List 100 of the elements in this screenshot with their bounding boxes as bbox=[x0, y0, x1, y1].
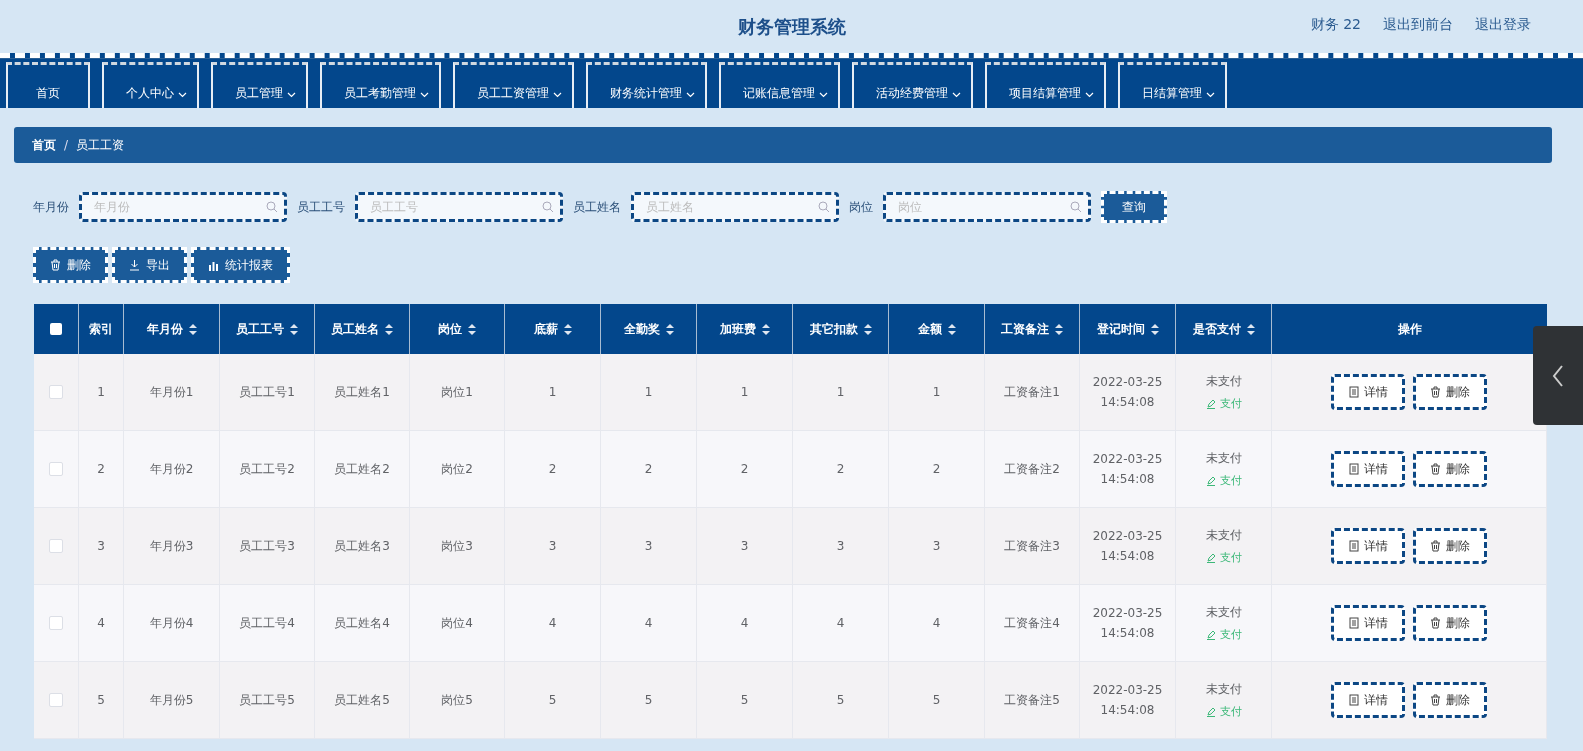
nav-item[interactable]: 员工管理 bbox=[211, 62, 308, 108]
table-cell: 1 bbox=[932, 385, 941, 399]
row-checkbox[interactable] bbox=[49, 693, 63, 707]
table-cell: 年月份3 bbox=[149, 537, 194, 555]
trash-icon bbox=[1430, 694, 1441, 706]
sort-icon[interactable] bbox=[563, 323, 572, 335]
table-cell: 3 bbox=[548, 539, 557, 553]
sort-icon[interactable] bbox=[1055, 323, 1063, 335]
trash-icon bbox=[1430, 617, 1441, 629]
table-cell: 4 bbox=[932, 616, 941, 630]
date-text: 2022-03-25 bbox=[1092, 606, 1163, 620]
column-header: 操作 bbox=[1396, 320, 1423, 338]
nav-item[interactable]: 日结算管理 bbox=[1118, 62, 1227, 108]
table-cell: 5 bbox=[548, 693, 557, 707]
table-cell: 员工姓名4 bbox=[334, 614, 390, 632]
row-checkbox[interactable] bbox=[49, 539, 63, 553]
row-action-button[interactable]: 详情 bbox=[1331, 682, 1405, 718]
row-action-button[interactable]: 详情 bbox=[1331, 528, 1405, 564]
table-cell: 员工姓名2 bbox=[334, 460, 390, 478]
row-action-button[interactable]: 详情 bbox=[1331, 451, 1405, 487]
sort-icon[interactable] bbox=[188, 323, 197, 335]
pencil-icon bbox=[1205, 475, 1216, 486]
row-checkbox[interactable] bbox=[49, 385, 63, 399]
field-label: 年月份 bbox=[33, 198, 69, 216]
nav-item[interactable]: 个人中心 bbox=[102, 62, 199, 108]
table-cell: 工资备注1 bbox=[1004, 383, 1060, 401]
table-cell: 2 bbox=[548, 462, 557, 476]
nav-item[interactable]: 项目结算管理 bbox=[985, 62, 1106, 108]
status-text: 未支付 bbox=[1205, 450, 1242, 467]
row-action-button[interactable]: 删除 bbox=[1413, 682, 1487, 718]
chevron-down-icon bbox=[1085, 92, 1094, 98]
breadcrumb-item[interactable]: 首页 bbox=[32, 136, 56, 154]
nav-item[interactable]: 记账信息管理 bbox=[719, 62, 840, 108]
time-text: 14:54:08 bbox=[1100, 703, 1155, 717]
row-checkbox[interactable] bbox=[49, 616, 63, 630]
chevron-down-icon bbox=[553, 92, 562, 98]
action-button[interactable]: 统计报表 bbox=[191, 247, 290, 283]
sort-icon[interactable] bbox=[1150, 323, 1159, 335]
search-icon bbox=[1070, 201, 1082, 213]
row-action-button[interactable]: 删除 bbox=[1413, 374, 1487, 410]
search-field[interactable]: 岗位 bbox=[883, 192, 1091, 222]
nav-item[interactable]: 活动经费管理 bbox=[852, 62, 973, 108]
table-cell: 员工工号3 bbox=[239, 537, 295, 555]
status-text: 未支付 bbox=[1205, 604, 1242, 621]
nav-item[interactable]: 首页 bbox=[6, 62, 90, 108]
row-action-button[interactable]: 删除 bbox=[1413, 528, 1487, 564]
table-cell: 工资备注4 bbox=[1004, 614, 1060, 632]
table-cell: 3 bbox=[97, 539, 105, 553]
action-button[interactable]: 删除 bbox=[33, 247, 108, 283]
search-icon bbox=[818, 201, 830, 213]
time-text: 14:54:08 bbox=[1100, 395, 1155, 409]
time-text: 14:54:08 bbox=[1100, 549, 1155, 563]
action-button[interactable]: 导出 bbox=[112, 247, 187, 283]
side-panel-toggle[interactable] bbox=[1533, 326, 1583, 425]
sort-icon[interactable] bbox=[665, 323, 674, 335]
document-icon bbox=[1348, 540, 1359, 552]
date-text: 2022-03-25 bbox=[1092, 683, 1163, 697]
document-icon bbox=[1348, 463, 1359, 475]
trash-icon bbox=[1430, 463, 1441, 475]
status-text: 未支付 bbox=[1205, 527, 1242, 544]
nav-item[interactable]: 员工考勤管理 bbox=[320, 62, 441, 108]
search-field[interactable]: 员工工号 bbox=[355, 192, 563, 222]
chevron-down-icon bbox=[952, 92, 961, 98]
row-action-button[interactable]: 详情 bbox=[1331, 605, 1405, 641]
sort-icon[interactable] bbox=[947, 323, 956, 335]
header-link[interactable]: 退出到前台 bbox=[1383, 16, 1453, 34]
search-field[interactable]: 年月份 bbox=[79, 192, 287, 222]
table-cell: 5 bbox=[932, 693, 941, 707]
download-icon bbox=[129, 259, 140, 271]
search-icon bbox=[542, 201, 554, 213]
row-action-button[interactable]: 删除 bbox=[1413, 451, 1487, 487]
field-label: 员工姓名 bbox=[573, 198, 621, 216]
table-cell: 5 bbox=[836, 693, 845, 707]
table-cell: 岗位1 bbox=[441, 383, 473, 401]
table-cell: 员工工号2 bbox=[239, 460, 295, 478]
pencil-icon bbox=[1205, 398, 1216, 409]
chevron-down-icon bbox=[1206, 92, 1215, 98]
nav-item[interactable]: 员工工资管理 bbox=[453, 62, 574, 108]
sort-icon[interactable] bbox=[290, 323, 298, 335]
table-cell: 4 bbox=[644, 616, 653, 630]
sort-icon[interactable] bbox=[863, 323, 872, 335]
trash-icon bbox=[1430, 386, 1441, 398]
row-action-button[interactable]: 详情 bbox=[1331, 374, 1405, 410]
search-field[interactable]: 员工姓名 bbox=[631, 192, 839, 222]
table-cell: 岗位5 bbox=[441, 691, 473, 709]
nav-item[interactable]: 财务统计管理 bbox=[586, 62, 707, 108]
sort-icon[interactable] bbox=[761, 323, 770, 335]
sort-icon[interactable] bbox=[468, 323, 476, 335]
table-cell: 1 bbox=[740, 385, 749, 399]
row-checkbox[interactable] bbox=[49, 462, 63, 476]
header-link[interactable]: 退出登录 bbox=[1475, 16, 1531, 34]
date-text: 2022-03-25 bbox=[1092, 529, 1163, 543]
table-cell: 员工工号4 bbox=[239, 614, 295, 632]
search-icon bbox=[266, 201, 278, 213]
select-all-checkbox[interactable] bbox=[50, 323, 62, 335]
sort-icon[interactable] bbox=[1246, 323, 1255, 335]
query-button[interactable]: 查询 bbox=[1101, 191, 1167, 223]
sort-icon[interactable] bbox=[385, 323, 393, 335]
table-cell: 工资备注2 bbox=[1004, 460, 1060, 478]
row-action-button[interactable]: 删除 bbox=[1413, 605, 1487, 641]
